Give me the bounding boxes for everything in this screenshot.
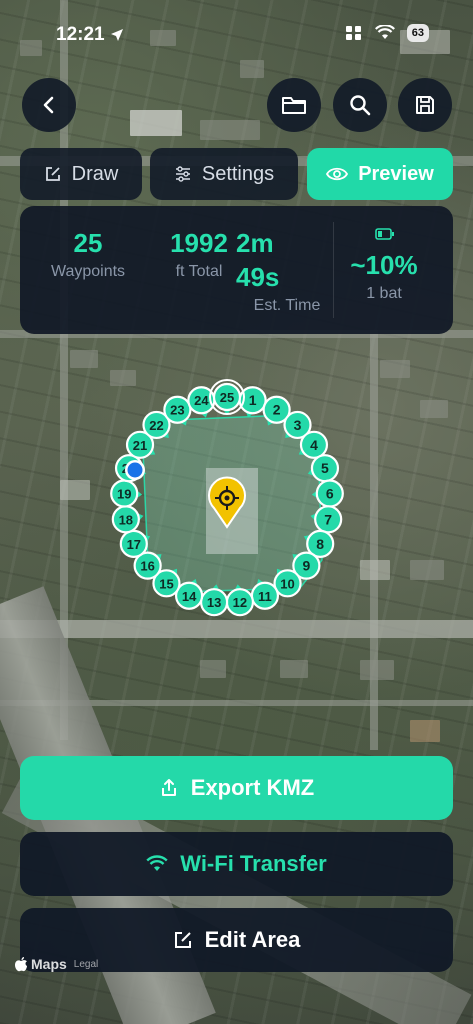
waypoint-label: 8	[316, 536, 324, 552]
waypoint-label: 9	[302, 558, 310, 574]
waypoint-label: 1	[249, 392, 257, 408]
waypoint-label: 19	[117, 487, 131, 502]
export-kmz-button[interactable]: Export KMZ	[20, 756, 453, 820]
waypoint-label: 21	[133, 438, 147, 453]
waypoint-marker[interactable]: 25	[209, 379, 245, 415]
wifi-transfer-label: Wi-Fi Transfer	[180, 851, 327, 876]
edit-icon	[174, 932, 191, 948]
wifi-transfer-button[interactable]: Wi-Fi Transfer	[20, 832, 453, 896]
waypoint-label: 22	[149, 418, 163, 433]
waypoint-marker[interactable]: 18	[111, 505, 140, 534]
waypoint-label: 13	[207, 595, 221, 610]
waypoint-marker[interactable]: 6	[315, 479, 344, 508]
waypoint-label: 12	[233, 595, 247, 610]
waypoint-label: 10	[280, 576, 294, 591]
waypoint-label: 16	[140, 559, 154, 574]
share-icon	[161, 779, 176, 796]
waypoint-label: 25	[220, 390, 234, 405]
maps-attribution[interactable]: Maps Legal	[14, 956, 98, 972]
edit-area-label: Edit Area	[204, 927, 301, 952]
waypoint-label: 17	[127, 537, 141, 552]
waypoint-label: 7	[324, 511, 332, 527]
waypoint-marker[interactable]: 11	[250, 581, 280, 610]
waypoint-marker[interactable]: 19	[110, 479, 139, 508]
waypoint-label: 14	[182, 589, 197, 604]
apple-logo-icon	[15, 957, 27, 972]
waypoint-label: 11	[258, 589, 272, 604]
waypoint-label: 24	[194, 393, 209, 408]
waypoint-marker[interactable]: 4	[299, 430, 329, 459]
wifi-icon	[146, 855, 168, 871]
waypoint-label: 6	[326, 486, 334, 502]
waypoint-label: 18	[119, 512, 133, 527]
waypoint-label: 15	[159, 576, 173, 591]
waypoint-marker[interactable]: 23	[163, 395, 192, 424]
export-label: Export KMZ	[190, 775, 315, 800]
waypoint-marker[interactable]: 7	[314, 505, 343, 534]
user-location-dot	[127, 462, 143, 478]
waypoint-label: 2	[273, 402, 281, 418]
waypoint-label: 23	[170, 403, 184, 418]
waypoint-label: 5	[321, 460, 329, 476]
waypoint-marker[interactable]: 17	[119, 529, 148, 558]
waypoint-marker[interactable]: 5	[310, 454, 340, 483]
waypoint-marker[interactable]: 13	[199, 588, 229, 617]
legal-link[interactable]: Legal	[74, 959, 98, 970]
waypoint-label: 3	[294, 417, 302, 433]
maps-credit-text: Maps	[31, 956, 67, 972]
waypoint-marker[interactable]: 12	[225, 588, 255, 617]
waypoint-label: 4	[310, 437, 318, 453]
